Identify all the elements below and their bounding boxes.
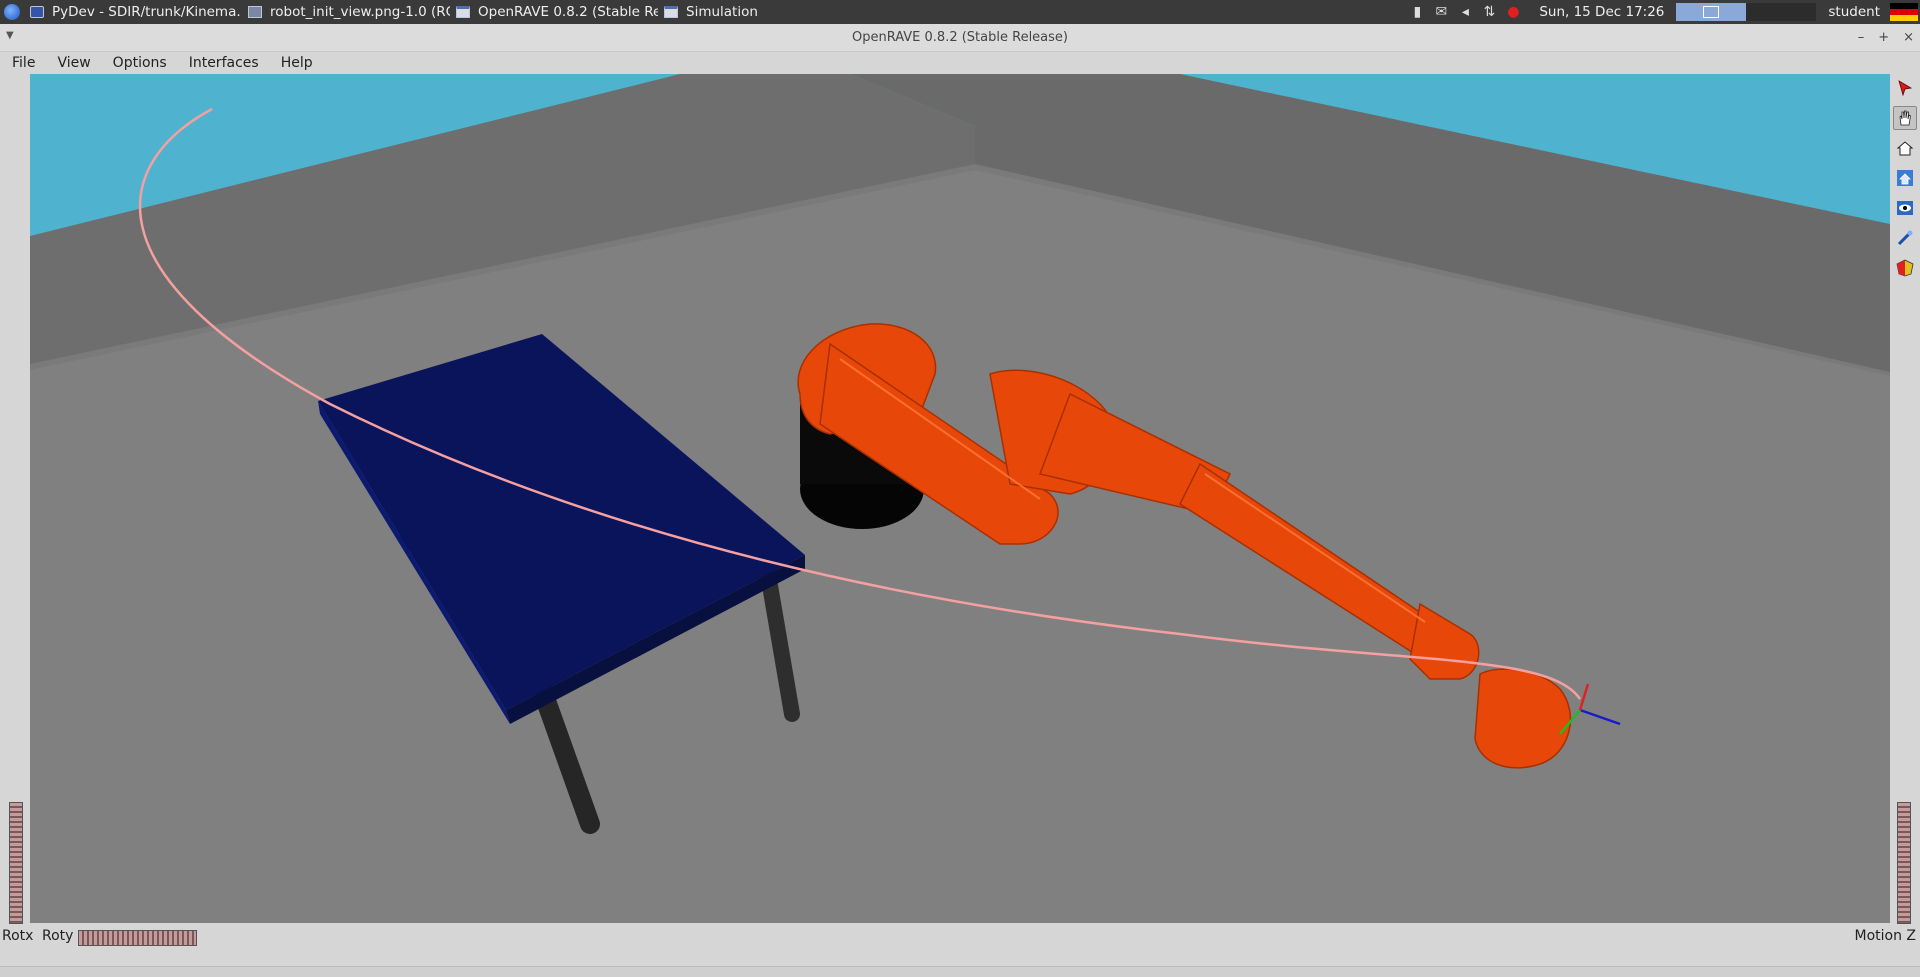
view-all-button[interactable] [1893, 196, 1917, 220]
volume-icon[interactable]: ◂ [1457, 4, 1473, 20]
motion-z-thumbwheel[interactable] [1897, 802, 1911, 924]
pan-tool-button[interactable] [1893, 106, 1917, 130]
menu-file[interactable]: File [0, 55, 46, 71]
close-button[interactable]: × [1903, 30, 1914, 45]
minimize-button[interactable]: – [1858, 30, 1865, 45]
task-label: OpenRAVE 0.8.2 (Stable Rel... [478, 4, 658, 20]
network-icon[interactable]: ⇅ [1481, 4, 1497, 20]
system-tray: ▮ ✉ ◂ ⇅ ● Sun, 15 Dec 17:26 student [1405, 0, 1920, 24]
menu-help[interactable]: Help [270, 55, 324, 71]
task-simulation[interactable]: Simulation [658, 0, 800, 24]
seek-icon [1897, 230, 1913, 246]
set-home-icon [1897, 170, 1913, 186]
seek-button[interactable] [1893, 226, 1917, 250]
menu-view[interactable]: View [46, 55, 101, 71]
rotx-thumbwheel[interactable] [9, 802, 23, 924]
bottom-strip [0, 966, 1920, 977]
task-openrave[interactable]: OpenRAVE 0.8.2 (Stable Rel... [450, 0, 658, 24]
scene-render [30, 74, 1890, 923]
select-arrow-icon [1898, 80, 1913, 97]
home-view-button[interactable] [1893, 136, 1917, 160]
viewer-toolbar [1893, 76, 1917, 280]
clock[interactable]: Sun, 15 Dec 17:26 [1539, 4, 1664, 20]
keyboard-layout-flag-icon[interactable] [1890, 3, 1918, 21]
mail-icon[interactable]: ✉ [1433, 4, 1449, 20]
set-home-button[interactable] [1893, 166, 1917, 190]
update-alert-icon[interactable]: ● [1505, 4, 1521, 20]
perspective-icon [1896, 259, 1914, 277]
app-launcher-button[interactable] [0, 0, 24, 24]
workspace-switcher[interactable] [1676, 3, 1817, 21]
window-icon [456, 6, 470, 18]
perspective-button[interactable] [1893, 256, 1917, 280]
3d-viewport[interactable] [30, 74, 1890, 923]
task-label: robot_init_view.png-1.0 (RG... [270, 4, 450, 20]
battery-icon[interactable]: ▮ [1409, 4, 1425, 20]
window-icon [664, 6, 678, 18]
task-pydev[interactable]: PyDev - SDIR/trunk/Kinema... [24, 0, 242, 24]
taskbar: PyDev - SDIR/trunk/Kinema... robot_init_… [0, 0, 1920, 24]
menubar: File View Options Interfaces Help [0, 52, 1920, 74]
window-titlebar: ▼ OpenRAVE 0.8.2 (Stable Release) – + × [0, 24, 1920, 52]
roty-thumbwheel[interactable] [78, 930, 197, 946]
eclipse-icon [30, 6, 44, 18]
view-all-icon [1897, 201, 1913, 215]
menu-interfaces[interactable]: Interfaces [178, 55, 270, 71]
user-name[interactable]: student [1828, 4, 1880, 20]
window-title: OpenRAVE 0.8.2 (Stable Release) [852, 30, 1068, 45]
workspace-window-icon [1703, 6, 1720, 18]
image-icon [248, 6, 262, 18]
workspace-2[interactable] [1746, 3, 1817, 21]
rotx-label: Rotx [2, 928, 34, 944]
launcher-icon [4, 4, 20, 20]
task-image-viewer[interactable]: robot_init_view.png-1.0 (RG... [242, 0, 450, 24]
motion-z-label: Motion Z [1854, 928, 1916, 944]
maximize-button[interactable]: + [1878, 30, 1889, 45]
roty-label: Roty [42, 928, 74, 944]
task-label: Simulation [686, 4, 758, 20]
task-label: PyDev - SDIR/trunk/Kinema... [52, 4, 242, 20]
menu-options[interactable]: Options [102, 55, 178, 71]
pan-hand-icon [1899, 110, 1911, 126]
home-view-icon [1896, 141, 1914, 156]
select-tool-button[interactable] [1893, 76, 1917, 100]
workspace-1[interactable] [1676, 3, 1747, 21]
